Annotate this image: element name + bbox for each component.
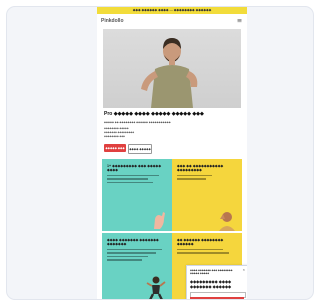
tile-body bbox=[177, 175, 235, 182]
tile-body bbox=[177, 249, 235, 256]
menu-icon[interactable] bbox=[237, 18, 242, 23]
feature-tile-3[interactable]: ◆◆◆◆ ◆◆◆◆◆◆◆ ◆◆◆◆◆◆◆ ◆◆◆◆◆◆◆ bbox=[102, 233, 172, 299]
tile-title: ◆◆◆ ◆◆ ◆◆◆◆◆◆◆◆◆◆◆ ◆◆◆◆◆◆◆◆◆ bbox=[177, 164, 224, 173]
hero-image bbox=[103, 29, 241, 108]
promo-banner[interactable]: ◆◆◆ ◆◆◆◆◆◆ ◆◆◆◆ — ◆◆◆◆◆◆◆◆ ◆◆◆◆◆◆ bbox=[97, 7, 247, 14]
subscribe-button[interactable] bbox=[190, 297, 244, 299]
popup-text: ◆◆◆◆ ◆◆◆◆◆◆◆ ◆◆◆ ◆◆◆◆◆◆◆◆ ◆◆◆◆◆ ◆◆◆◆◆ bbox=[190, 269, 233, 275]
feature-tile-2[interactable]: ◆◆◆ ◆◆ ◆◆◆◆◆◆◆◆◆◆◆ ◆◆◆◆◆◆◆◆◆ bbox=[172, 159, 242, 231]
tile-title: 1+ ◆◆◆◆◆◆◆◆◆ ◆◆◆ ◆◆◆◆◆ ◆◆◆◆ bbox=[107, 164, 162, 173]
tile-title: ◆◆ ◆◆◆◆◆◆ ◆◆◆◆◆◆◆◆ ◆◆◆◆◆◆ bbox=[177, 238, 224, 247]
close-icon[interactable]: × bbox=[243, 267, 245, 272]
screenshot-frame: ◆◆◆ ◆◆◆◆◆◆ ◆◆◆◆ — ◆◆◆◆◆◆◆◆ ◆◆◆◆◆◆ Pinkdo… bbox=[6, 6, 314, 300]
site-header: Pinkdollo bbox=[97, 14, 247, 28]
hand-illustration bbox=[154, 212, 165, 229]
hero-title: Pro ◆◆◆◆◆ ◆◆◆◆ ◆◆◆◆◆ ◆◆◆◆◆ ◆◆◆ bbox=[104, 111, 204, 117]
person-illustration bbox=[219, 212, 235, 231]
person-illustration bbox=[141, 38, 198, 108]
hero-subtitle: ◆◆◆◆◆ ◆◆ ◆◆◆◆◆◆◆◆ ◆◆◆◆◆◆ ◆◆◆◆◆◆◆◆◆◆◆ bbox=[104, 121, 171, 124]
primary-cta-button[interactable]: ◆◆◆◆◆ ◆◆◆ bbox=[104, 144, 126, 152]
popup-headline: ◆◆◆◆◆◆◆◆◆ ◆◆◆◆ ◆◆◆◆◆◆◆ ◆◆◆◆◆◆ bbox=[190, 279, 232, 289]
dancer-illustration bbox=[146, 276, 166, 299]
tile-body bbox=[107, 249, 165, 263]
website-preview[interactable]: ◆◆◆ ◆◆◆◆◆◆ ◆◆◆◆ — ◆◆◆◆◆◆◆◆ ◆◆◆◆◆◆ Pinkdo… bbox=[97, 7, 247, 299]
site-logo[interactable]: Pinkdollo bbox=[101, 18, 124, 24]
newsletter-popup[interactable]: × ◆◆◆◆ ◆◆◆◆◆◆◆ ◆◆◆ ◆◆◆◆◆◆◆◆ ◆◆◆◆◆ ◆◆◆◆◆ … bbox=[186, 265, 247, 299]
list-item: ◆◆◆◆◆◆◆◆ ◆◆◆ bbox=[104, 135, 125, 138]
secondary-cta-button[interactable]: ◆◆◆◆ ◆◆◆◆◆ bbox=[128, 144, 152, 154]
tile-title: ◆◆◆◆ ◆◆◆◆◆◆◆ ◆◆◆◆◆◆◆ ◆◆◆◆◆◆◆ bbox=[107, 238, 159, 247]
tile-body bbox=[107, 175, 165, 185]
feature-list: ◆◆◆◆◆◆◆◆ ◆◆◆◆◆ ◆◆◆◆◆◆◆ ◆◆◆◆◆◆◆◆◆ ◆◆◆◆◆◆◆… bbox=[104, 127, 134, 139]
feature-tile-1[interactable]: 1+ ◆◆◆◆◆◆◆◆◆ ◆◆◆ ◆◆◆◆◆ ◆◆◆◆ bbox=[102, 159, 172, 231]
